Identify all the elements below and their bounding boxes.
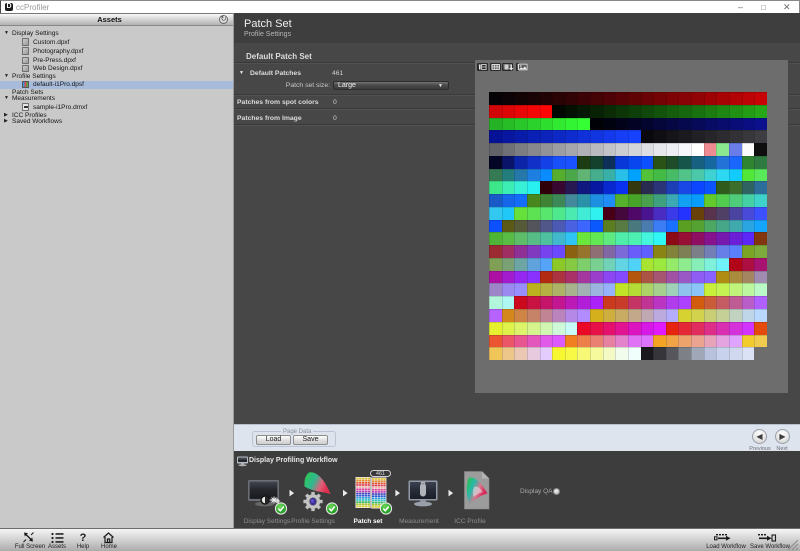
svg-text:?: ? [80, 532, 87, 544]
